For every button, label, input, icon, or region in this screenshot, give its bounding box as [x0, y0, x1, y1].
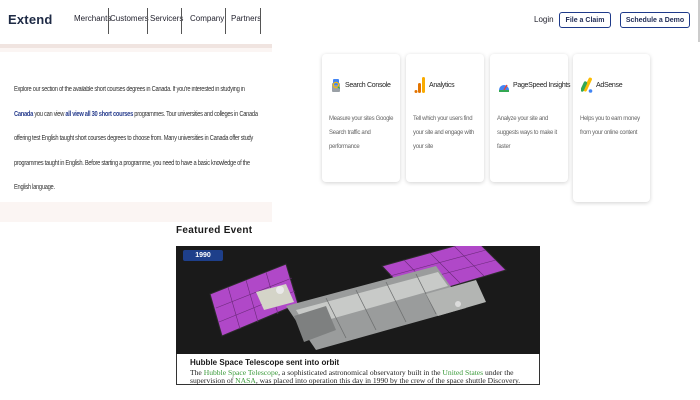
tool-name: AdSense [596, 81, 623, 89]
featured-event-heading: Featured Event [176, 225, 253, 236]
nav-item-servicers[interactable]: Servicers [150, 14, 183, 23]
tool-card-adsense[interactable]: AdSense Helps you to earn money from you… [573, 54, 650, 202]
analytics-icon [414, 77, 425, 93]
tool-card-header: PageSpeed Insights [498, 76, 571, 94]
nav-item-customers[interactable]: Customers [110, 14, 149, 23]
search-console-icon [332, 79, 341, 92]
tool-card-header: Analytics [414, 76, 455, 94]
view-all-courses-link[interactable]: all view all 30 short courses [65, 111, 133, 118]
tool-card-pagespeed[interactable]: PageSpeed Insights Analyze your site and… [490, 54, 571, 182]
adsense-icon [581, 77, 593, 93]
tool-card-header: AdSense [581, 76, 623, 94]
tool-description: Helps you to earn money from your online… [580, 116, 640, 136]
hubble-telescope-illustration [176, 246, 540, 354]
tool-name: PageSpeed Insights [513, 81, 571, 89]
nav-divider [147, 8, 148, 34]
tool-name: Analytics [429, 81, 455, 89]
nav-divider [260, 8, 261, 34]
tool-description: Analyze your site and suggests ways to m… [497, 116, 557, 150]
featured-event-title[interactable]: Hubble Space Telescope sent into orbit [190, 358, 339, 367]
tool-description: Tell which your users find your site and… [413, 116, 474, 150]
nav-item-merchants[interactable]: Merchants [74, 14, 111, 23]
tool-description: Measure your sites Google Search traffic… [329, 116, 394, 150]
nasa-link[interactable]: NASA [235, 376, 256, 385]
short-courses-panel: Explore our section of the available sho… [0, 44, 272, 222]
short-courses-paragraph: Explore our section of the available sho… [14, 78, 260, 201]
paragraph-text: programmes. Tour universities and colleg… [14, 110, 258, 192]
panel-top-strip [0, 44, 272, 48]
tool-name: Search Console [345, 81, 391, 89]
tool-card-header: Search Console [330, 76, 391, 94]
login-link[interactable]: Login [534, 15, 554, 24]
paragraph-text: Explore our section of the available sho… [14, 86, 245, 93]
file-a-claim-button[interactable]: File a Claim [559, 12, 611, 28]
featured-event-description: The Hubble Space Telescope, a sophistica… [190, 369, 530, 385]
pagespeed-icon [499, 84, 509, 92]
hubble-telescope-image[interactable] [176, 246, 540, 354]
paragraph-text: you can view [33, 110, 66, 118]
canada-link[interactable]: Canada [14, 111, 33, 118]
top-navigation-bar: Extend Merchants Customers Servicers Com… [0, 0, 700, 42]
schedule-demo-button[interactable]: Schedule a Demo [620, 12, 690, 28]
tool-card-search-console[interactable]: Search Console Measure your sites Google… [322, 54, 400, 182]
year-badge: 1990 [183, 250, 223, 261]
nav-item-partners[interactable]: Partners [231, 14, 261, 23]
description-text: , was placed into operation this day in … [255, 376, 521, 385]
tool-card-analytics[interactable]: Analytics Tell which your users find you… [406, 54, 484, 182]
nav-divider [181, 8, 182, 34]
nav-divider [225, 8, 226, 34]
nav-item-company[interactable]: Company [190, 14, 224, 23]
nav-divider [108, 8, 109, 34]
